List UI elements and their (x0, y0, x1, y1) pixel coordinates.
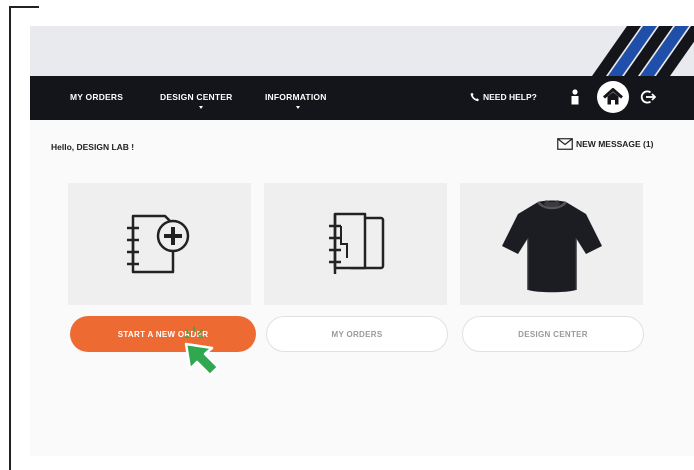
frame-top-border (9, 6, 39, 8)
app-window: MY ORDERS DESIGN CENTER INFORMATION NEED… (30, 26, 694, 456)
header-band (30, 26, 694, 76)
design-center-card[interactable] (460, 183, 643, 305)
need-help-label: NEED HELP? (483, 92, 537, 102)
orders-icon (328, 212, 384, 274)
add-order-icon (126, 214, 189, 274)
logout-icon[interactable] (640, 89, 657, 110)
my-orders-button[interactable]: MY ORDERS (266, 316, 448, 352)
my-orders-card[interactable] (264, 183, 447, 305)
need-help-link[interactable]: NEED HELP? (470, 92, 537, 102)
nav-my-orders[interactable]: MY ORDERS (70, 92, 123, 102)
design-center-caret-icon (199, 106, 203, 109)
greeting-text: Hello, DESIGN LAB ! (51, 142, 135, 152)
user-icon[interactable] (570, 89, 580, 110)
nav-design-center[interactable]: DESIGN CENTER (160, 92, 233, 102)
nav-information[interactable]: INFORMATION (265, 92, 327, 102)
start-order-card[interactable] (68, 183, 251, 305)
new-message-link[interactable]: NEW MESSAGE (1) (557, 138, 653, 150)
home-button[interactable] (597, 81, 629, 113)
design-center-button[interactable]: DESIGN CENTER (462, 316, 644, 352)
new-message-label: NEW MESSAGE (1) (576, 139, 654, 149)
start-new-order-button[interactable]: START A NEW ORDER (70, 316, 256, 352)
phone-icon (470, 92, 479, 102)
envelope-icon (557, 138, 573, 150)
brand-stripes-graphic (564, 26, 694, 76)
jersey-icon (501, 200, 602, 293)
main-navbar: MY ORDERS DESIGN CENTER INFORMATION NEED… (30, 76, 694, 120)
information-caret-icon (296, 106, 300, 109)
frame-left-border (9, 6, 11, 470)
home-icon (603, 88, 623, 105)
